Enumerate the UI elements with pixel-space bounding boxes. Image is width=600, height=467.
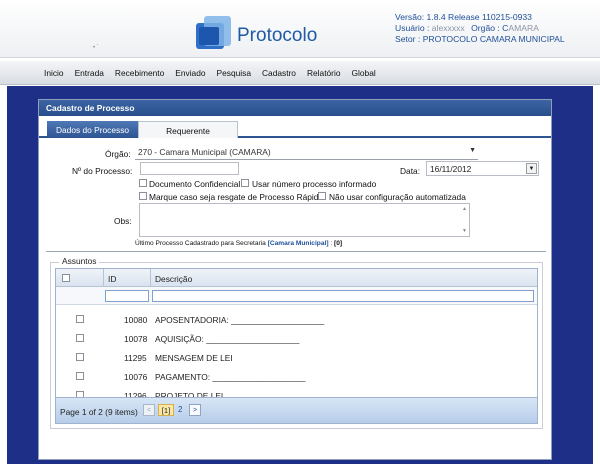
- grid-pager: Page 1 of 2 (9 items) < [1] 2 >: [56, 397, 537, 423]
- row-descricao: AQUISIÇÃO: ____________________: [155, 334, 300, 344]
- row-id: 10076: [124, 372, 148, 382]
- version-info: Versão: 1.8.4 Release 110215-0933 Usuári…: [395, 12, 565, 45]
- data-value: 16/11/2012: [430, 164, 472, 174]
- id-filter-input[interactable]: [105, 290, 149, 302]
- table-row[interactable]: 10076 PAGAMENTO: ____________________: [56, 367, 537, 386]
- column-header-id[interactable]: ID: [108, 274, 116, 284]
- filter-row: [56, 287, 537, 305]
- menu-entrada[interactable]: Entrada: [75, 68, 104, 78]
- data-label: Data:: [400, 166, 421, 176]
- usuario-value: alexxxxx: [431, 23, 465, 33]
- data-input[interactable]: 16/11/2012 ▼: [426, 161, 539, 176]
- nao-usar-config-label: Não usar configuração automatizada: [329, 192, 466, 202]
- row-checkbox[interactable]: [76, 372, 84, 380]
- menu-global[interactable]: Global: [352, 68, 376, 78]
- scroll-down-icon[interactable]: ▼: [462, 228, 467, 234]
- protocol-logo-icon: [196, 16, 231, 49]
- usar-numero-label: Usar número processo informado: [252, 179, 377, 189]
- row-checkbox[interactable]: [76, 353, 84, 361]
- obs-label: Obs:: [114, 216, 132, 226]
- main-menu: Inicio Entrada Recebimento Enviado Pesqu…: [0, 61, 600, 85]
- menu-cadastro[interactable]: Cadastro: [262, 68, 296, 78]
- resgate-rapido-label: Marque caso seja resgate de Processo Ráp…: [149, 192, 324, 202]
- ultimo-processo-number: [0]: [334, 240, 343, 247]
- row-id: 10078: [124, 334, 148, 344]
- orgao-select-value: 270 - Camara Municipal (CAMARA): [138, 147, 271, 157]
- app-title: Protocolo: [237, 25, 318, 46]
- grid-header: ID Descrição: [56, 269, 537, 287]
- pager-next-button[interactable]: >: [189, 404, 201, 416]
- table-row[interactable]: 10080 APOSENTADORIA: ___________________…: [56, 310, 537, 329]
- pager-prev-button[interactable]: <: [143, 404, 155, 416]
- menu-pesquisa[interactable]: Pesquisa: [217, 68, 251, 78]
- usar-numero-checkbox[interactable]: [241, 179, 249, 187]
- row-checkbox[interactable]: [76, 315, 84, 323]
- app-header: Protocolo • ´ Versão: 1.8.4 Release 1102…: [0, 0, 600, 58]
- column-header-descricao[interactable]: Descrição: [155, 274, 192, 284]
- obs-textarea[interactable]: ▲ ▼: [139, 203, 470, 237]
- documento-confidencial-label: Documento Confidencial: [149, 179, 241, 189]
- orgao-label: Órgão:: [105, 149, 131, 159]
- tab-bar: Dados do Processo Requerente: [39, 116, 551, 138]
- row-id: 10080: [124, 315, 148, 325]
- row-descricao: MENSAGEM DE LEI: [155, 353, 233, 363]
- user-info: Usuário : alexxxxx Orgão : CAMARA: [395, 23, 565, 34]
- table-row[interactable]: 11295 MENSAGEM DE LEI: [56, 348, 537, 367]
- ultimo-processo-separator: :: [330, 240, 333, 247]
- nao-usar-config-checkbox[interactable]: [318, 192, 326, 200]
- setor-text: Setor : PROTOCOLO CAMARA MUNICIPAL: [395, 34, 565, 44]
- assuntos-grid: ID Descrição 10080 APOSENTADORIA: ______…: [55, 268, 538, 424]
- numero-label: Nº do Processo:: [72, 166, 133, 176]
- descricao-filter-input[interactable]: [152, 290, 534, 302]
- numero-processo-input[interactable]: [140, 162, 239, 175]
- form-divider: [46, 251, 546, 252]
- table-row[interactable]: 10078 AQUISIÇÃO: ____________________: [56, 329, 537, 348]
- row-descricao: APOSENTADORIA: ____________________: [155, 315, 325, 325]
- orgao-value: AMARA: [508, 23, 539, 33]
- row-id: 11295: [124, 353, 147, 363]
- menu-enviado[interactable]: Enviado: [175, 68, 205, 78]
- menu-relatorio[interactable]: Relatório: [307, 68, 341, 78]
- scroll-up-icon[interactable]: ▲: [462, 206, 467, 212]
- header-dots: • ´: [93, 45, 99, 51]
- pager-info: Page 1 of 2 (9 items): [60, 407, 138, 417]
- resgate-rapido-checkbox[interactable]: [139, 192, 147, 200]
- version-text: Versão: 1.8.4 Release 110215-0933: [395, 12, 532, 22]
- pager-page-2[interactable]: 2: [178, 405, 182, 414]
- ultimo-processo-text: Último Processo Cadastrado para Secretar…: [135, 240, 266, 247]
- panel-title: Cadastro de Processo: [39, 100, 551, 116]
- chevron-down-icon: ▼: [469, 147, 476, 154]
- orgao-label: Orgão : C: [471, 23, 509, 33]
- grid-col-divider: [150, 269, 151, 287]
- select-all-checkbox[interactable]: [62, 274, 70, 282]
- row-checkbox[interactable]: [76, 334, 84, 342]
- ultimo-processo-info: Último Processo Cadastrado para Secretar…: [135, 240, 342, 247]
- ultimo-processo-secretaria: [Camara Municipal]: [267, 240, 329, 247]
- menu-inicio[interactable]: Inicio: [44, 68, 64, 78]
- row-descricao: PAGAMENTO: ____________________: [155, 372, 306, 382]
- menu-recebimento[interactable]: Recebimento: [115, 68, 164, 78]
- grid-col-divider: [103, 269, 104, 287]
- assuntos-legend: Assuntos: [59, 256, 100, 266]
- tab-dados-processo[interactable]: Dados do Processo: [47, 121, 138, 138]
- tab-requerente[interactable]: Requerente: [138, 121, 238, 138]
- pager-page-1[interactable]: [1]: [158, 404, 174, 416]
- usuario-label: Usuário :: [395, 23, 430, 33]
- orgao-select[interactable]: 270 - Camara Municipal (CAMARA) ▼: [135, 146, 478, 160]
- calendar-dropdown-icon[interactable]: ▼: [526, 163, 537, 174]
- documento-confidencial-checkbox[interactable]: [139, 179, 147, 187]
